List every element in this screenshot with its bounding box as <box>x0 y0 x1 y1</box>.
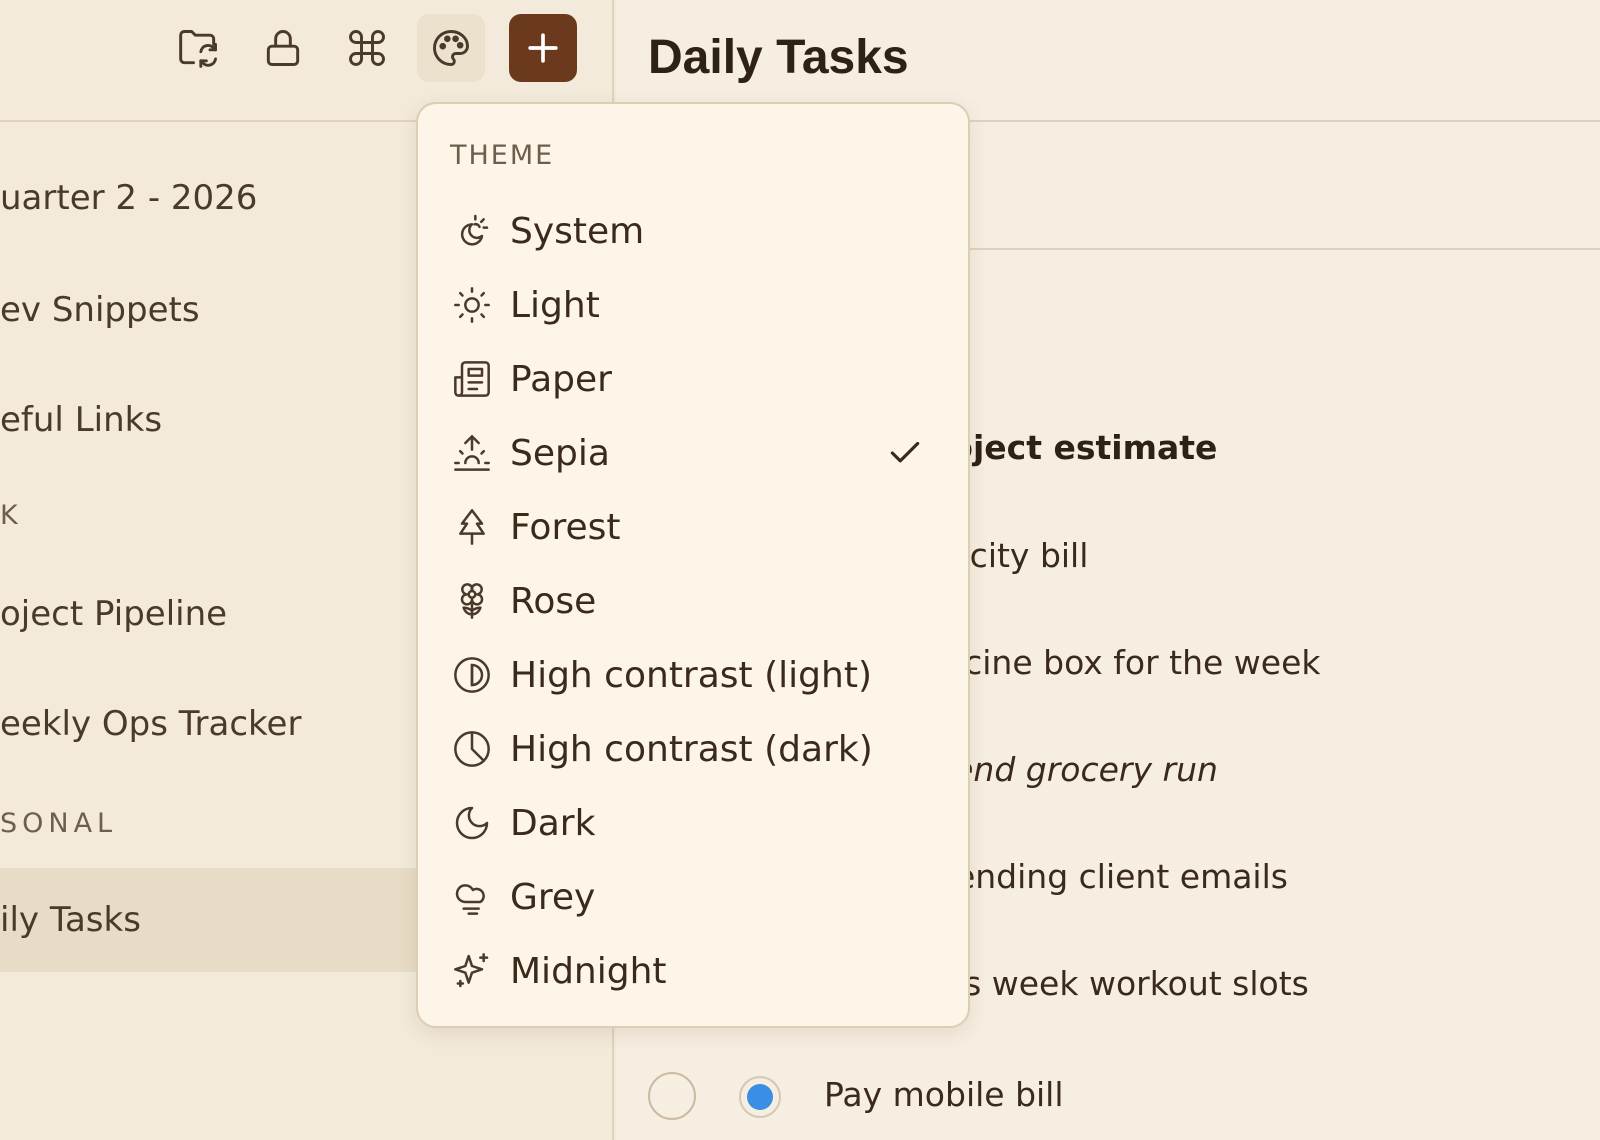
sparkles-icon <box>454 953 489 988</box>
theme-option-label: Paper <box>510 358 612 400</box>
cloud-icon <box>455 884 485 915</box>
theme-option-high-contrast-dark[interactable]: High contrast (dark) <box>434 714 954 784</box>
theme-option-label: High contrast (light) <box>510 654 872 696</box>
theme-option-forest[interactable]: Forest <box>434 492 954 562</box>
system-theme-icon <box>460 214 489 246</box>
theme-option-label: Dark <box>510 802 596 844</box>
sidebar-section-work: K <box>0 500 23 531</box>
theme-option-label: Forest <box>510 506 621 548</box>
task-item[interactable]: pending client emails <box>934 857 1288 896</box>
sidebar-item-label: ily Tasks <box>0 900 141 940</box>
sidebar-section-personal: SONAL <box>0 808 118 839</box>
task-item[interactable]: dicine box for the week <box>934 643 1321 682</box>
sidebar-item-label: eful Links <box>0 400 163 440</box>
theme-option-light[interactable]: Light <box>434 270 954 340</box>
command-button[interactable] <box>333 14 401 82</box>
task-item[interactable]: his week workout slots <box>934 964 1309 1003</box>
sidebar-item-label: ev Snippets <box>0 290 200 330</box>
command-icon <box>349 30 385 66</box>
sidebar-item-label: uarter 2 - 2026 <box>0 178 258 218</box>
task-checkbox[interactable] <box>648 1072 696 1120</box>
flower-icon <box>460 583 484 619</box>
theme-option-midnight[interactable]: Midnight <box>434 936 954 1006</box>
sun-icon <box>454 287 490 323</box>
lock-button[interactable] <box>249 14 317 82</box>
plus-icon <box>528 33 558 63</box>
task-item[interactable]: Pay mobile bill <box>824 1075 1064 1114</box>
lock-icon <box>266 30 300 66</box>
theme-menu-header: THEME <box>450 140 555 171</box>
theme-option-label: Rose <box>510 580 597 622</box>
theme-option-sepia[interactable]: Sepia <box>434 418 954 488</box>
sidebar-item-label: oject Pipeline <box>0 594 228 634</box>
theme-option-label: Midnight <box>510 950 667 992</box>
theme-option-label: High contrast (dark) <box>510 728 873 770</box>
theme-option-paper[interactable]: Paper <box>434 344 954 414</box>
radio-dot <box>747 1084 773 1110</box>
page-title: Daily Tasks <box>648 31 909 84</box>
check-icon <box>890 441 920 463</box>
moon-icon <box>455 806 489 840</box>
theme-option-label: Sepia <box>510 432 610 474</box>
theme-menu: THEME System Light Paper Sepia Forest Ro… <box>416 102 970 1028</box>
theme-option-rose[interactable]: Rose <box>434 566 954 636</box>
tree-icon <box>459 509 485 545</box>
theme-option-grey[interactable]: Grey <box>434 862 954 932</box>
sunrise-icon <box>454 434 490 471</box>
theme-option-label: Light <box>510 284 600 326</box>
theme-option-label: System <box>510 210 645 252</box>
contrast-dark-icon <box>454 731 490 767</box>
folder-sync-icon <box>179 30 217 68</box>
newspaper-icon <box>454 361 490 397</box>
theme-button[interactable] <box>417 14 485 82</box>
task-item[interactable]: kend grocery run <box>934 750 1218 789</box>
theme-option-dark[interactable]: Dark <box>434 788 954 858</box>
folder-sync-button[interactable] <box>165 14 233 82</box>
palette-icon <box>433 30 469 66</box>
theme-option-system[interactable]: System <box>434 196 954 266</box>
new-item-button[interactable] <box>509 14 577 82</box>
theme-option-high-contrast-light[interactable]: High contrast (light) <box>434 640 954 710</box>
sidebar-item-label: eekly Ops Tracker <box>0 704 302 744</box>
task-item[interactable]: roject estimate <box>934 428 1217 467</box>
contrast-light-icon <box>454 657 490 693</box>
priority-radio[interactable] <box>739 1076 781 1118</box>
theme-option-label: Grey <box>510 876 596 918</box>
